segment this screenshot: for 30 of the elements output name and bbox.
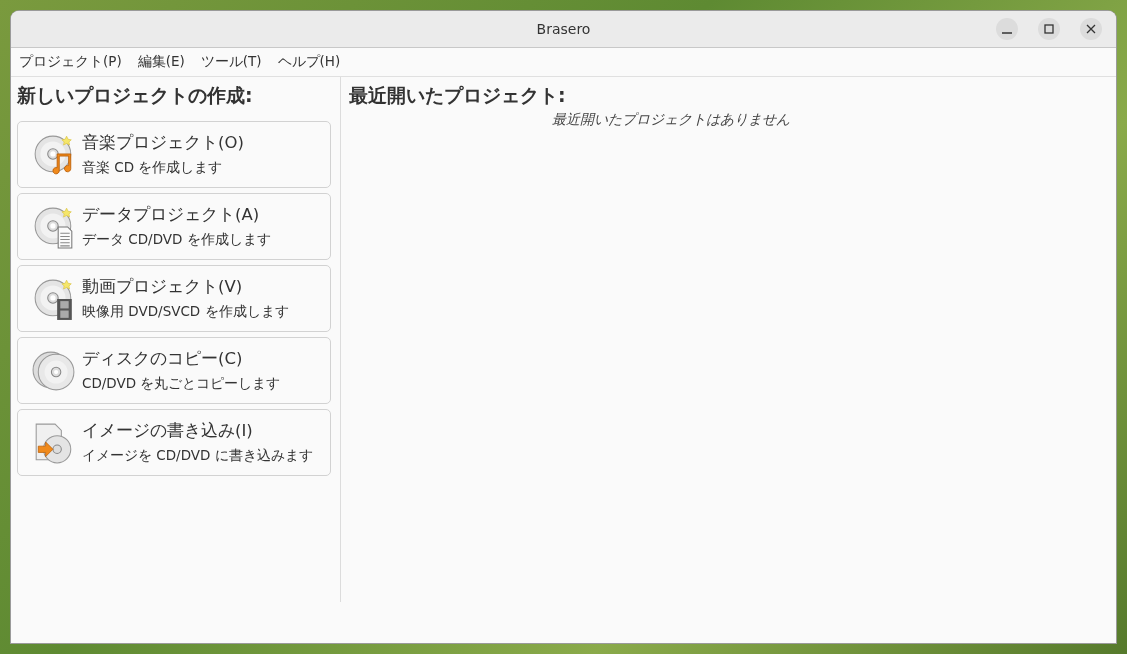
project-button[interactable]: ディスクのコピー(C) CD/DVD を丸ごとコピーします [17, 337, 331, 404]
project-description: データ CD/DVD を作成します [82, 231, 271, 249]
empty-message: 最近開いたプロジェクトはありません [551, 111, 790, 129]
disc-icon [32, 204, 76, 249]
project-title: 動画プロジェクト(V) [82, 276, 244, 298]
project-description: イメージを CD/DVD に書き込みます [82, 447, 313, 465]
project-description: CD/DVD を丸ごとコピーします [82, 375, 281, 393]
project-button[interactable]: イメージの書き込み(I) イメージを CD/DVD に書き込みます [17, 409, 331, 476]
project-button[interactable]: 音楽プロジェクト(O) 音楽 CD を作成します [17, 121, 331, 188]
project-button[interactable]: データプロジェクト(A) データ CD/DVD を作成します [17, 193, 331, 260]
menu-item[interactable]: プロジェクト(P) [19, 53, 122, 71]
project-description: 音楽 CD を作成します [82, 159, 224, 177]
section-heading: 新しいプロジェクトの作成: [17, 83, 254, 108]
close-button[interactable] [1080, 18, 1102, 40]
menu-item[interactable]: 編集(E) [137, 53, 185, 71]
menu-item[interactable]: ヘルプ(H) [277, 53, 341, 71]
maximize-icon [1044, 24, 1054, 34]
minimize-icon [1002, 32, 1012, 34]
menu-item[interactable]: ツール(T) [200, 53, 262, 71]
minimize-button[interactable] [996, 18, 1018, 40]
project-button[interactable]: 動画プロジェクト(V) 映像用 DVD/SVCD を作成します [17, 265, 331, 332]
close-icon [1086, 24, 1096, 34]
project-title: 音楽プロジェクト(O) [82, 132, 244, 154]
project-title: ディスクのコピー(C) [82, 348, 244, 370]
project-description: 映像用 DVD/SVCD を作成します [82, 303, 289, 321]
window-title: Brasero [536, 21, 591, 37]
project-title: イメージの書き込み(I) [82, 420, 254, 442]
project-title: データプロジェクト(A) [82, 204, 261, 226]
section-heading: 最近開いたプロジェクト: [349, 83, 567, 108]
maximize-button[interactable] [1038, 18, 1060, 40]
